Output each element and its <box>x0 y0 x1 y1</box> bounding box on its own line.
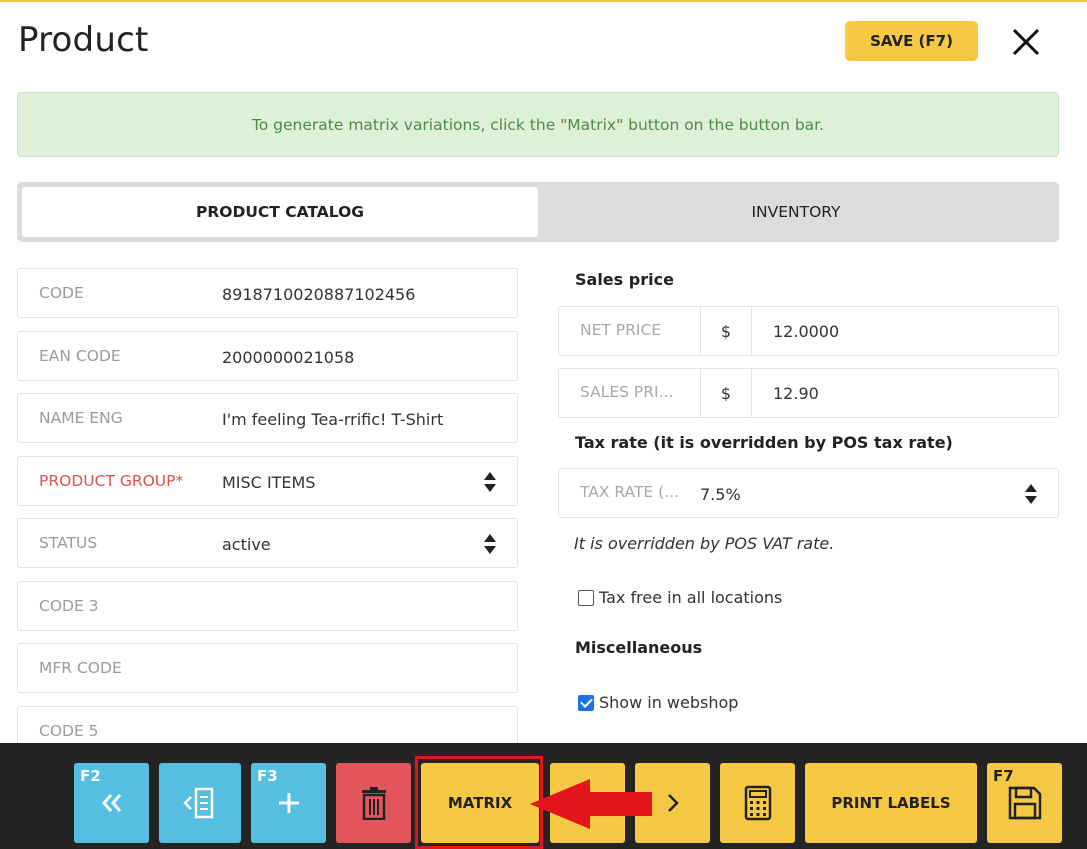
print-labels-label: PRINT LABELS <box>831 794 951 812</box>
f2-key-label: F2 <box>80 767 101 785</box>
code-field[interactable]: CODE 8918710020887102456 <box>17 268 518 318</box>
select-sort-icon <box>484 472 496 492</box>
code3-field[interactable]: CODE 3 <box>17 581 518 631</box>
ean-code-label: EAN CODE <box>39 347 121 365</box>
list-view-button[interactable] <box>159 763 241 843</box>
tax-rate-select[interactable]: TAX RATE (... 7.5% <box>558 468 1059 518</box>
tax-free-checkbox[interactable] <box>578 589 594 606</box>
save-button[interactable]: SAVE (F7) <box>845 21 978 61</box>
code-label: CODE <box>39 284 84 302</box>
status-select[interactable]: STATUS active <box>17 518 518 568</box>
net-price-value: 12.0000 <box>773 322 840 341</box>
code5-label: CODE 5 <box>39 722 99 740</box>
product-group-select[interactable]: PRODUCT GROUP* MISC ITEMS <box>17 456 518 506</box>
name-eng-field[interactable]: NAME ENG I'm feeling Tea-rrific! T-Shirt <box>17 393 518 443</box>
sales-price-label: SALES PRI... <box>580 383 674 401</box>
tax-rate-heading: Tax rate (it is overridden by POS tax ra… <box>575 433 953 452</box>
net-price-field[interactable]: NET PRICE $ 12.0000 <box>558 306 1059 356</box>
mfr-code-field[interactable]: MFR CODE <box>17 643 518 693</box>
back-to-list-icon <box>183 787 214 819</box>
sales-price-heading: Sales price <box>575 270 674 289</box>
tax-rate-label: TAX RATE (... <box>580 483 679 501</box>
page-title: Product <box>18 20 149 60</box>
f7-key-label: F7 <box>993 767 1014 785</box>
show-in-webshop-checkbox[interactable] <box>578 694 594 711</box>
tax-rate-value: 7.5% <box>700 485 741 504</box>
top-accent-line <box>0 0 1087 2</box>
mfr-code-label: MFR CODE <box>39 659 122 677</box>
f3-key-label: F3 <box>257 767 278 785</box>
show-in-webshop-row[interactable]: Show in webshop <box>578 693 738 712</box>
tab-bar: PRODUCT CATALOG INVENTORY <box>17 182 1059 242</box>
sales-price-currency: $ <box>700 369 752 417</box>
tab-product-catalog[interactable]: PRODUCT CATALOG <box>22 187 538 237</box>
status-value: active <box>222 535 271 554</box>
tax-override-note: It is overridden by POS VAT rate. <box>574 534 835 553</box>
add-new-button[interactable]: F3 <box>251 763 326 843</box>
delete-button[interactable] <box>336 763 411 843</box>
close-icon[interactable] <box>1008 24 1044 60</box>
net-price-currency: $ <box>700 307 752 355</box>
ean-code-value: 2000000021058 <box>222 348 355 367</box>
name-eng-value: I'm feeling Tea-rrific! T-Shirt <box>222 410 444 429</box>
code-value: 8918710020887102456 <box>222 285 416 304</box>
save-bar-button[interactable]: F7 <box>987 763 1062 843</box>
calculator-icon <box>744 785 771 821</box>
status-label: STATUS <box>39 534 98 552</box>
miscellaneous-heading: Miscellaneous <box>575 638 703 657</box>
select-sort-icon <box>484 534 496 554</box>
name-eng-label: NAME ENG <box>39 409 123 427</box>
sales-price-value: 12.90 <box>773 384 819 403</box>
info-message: To generate matrix variations, click the… <box>251 115 825 134</box>
trash-icon <box>361 787 386 820</box>
matrix-button-highlight <box>415 756 543 849</box>
pointer-arrow-icon <box>530 779 652 829</box>
code3-label: CODE 3 <box>39 597 99 615</box>
product-group-value: MISC ITEMS <box>222 473 316 492</box>
tax-free-label: Tax free in all locations <box>599 588 783 607</box>
net-price-label: NET PRICE <box>580 321 662 339</box>
select-sort-icon <box>1025 484 1037 504</box>
tab-inventory[interactable]: INVENTORY <box>538 187 1054 237</box>
product-group-label: PRODUCT GROUP* <box>39 472 184 490</box>
calculator-button[interactable] <box>720 763 795 843</box>
first-record-button[interactable]: F2 <box>74 763 149 843</box>
plus-icon <box>278 793 299 813</box>
print-labels-button[interactable]: PRINT LABELS <box>805 763 977 843</box>
double-chevron-left-icon <box>101 794 121 812</box>
info-message-box: To generate matrix variations, click the… <box>17 92 1059 157</box>
sales-price-field[interactable]: SALES PRI... $ 12.90 <box>558 368 1059 418</box>
show-in-webshop-label: Show in webshop <box>599 693 739 712</box>
floppy-disk-icon <box>1008 786 1041 820</box>
chevron-right-icon <box>667 794 679 812</box>
ean-code-field[interactable]: EAN CODE 2000000021058 <box>17 331 518 381</box>
tax-free-checkbox-row[interactable]: Tax free in all locations <box>578 588 782 607</box>
